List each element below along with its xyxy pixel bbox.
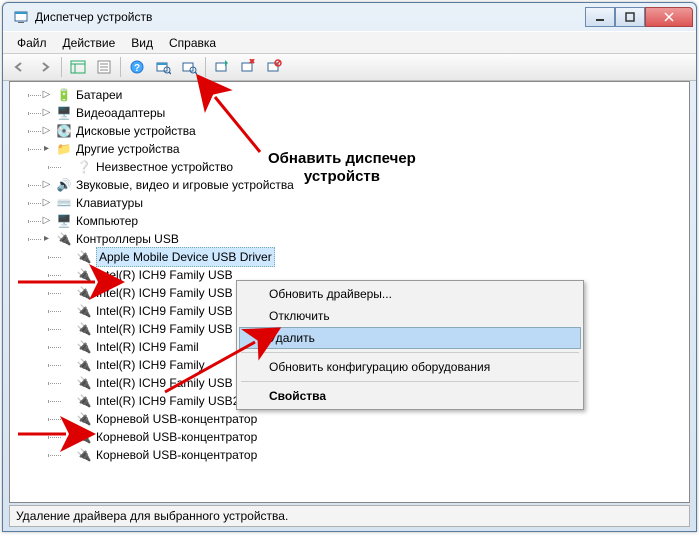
ctx-update-drivers[interactable]: Обновить драйверы...	[239, 283, 581, 305]
tree-node[interactable]: 🔌Корневой USB-концентратор	[48, 410, 689, 428]
tree-node[interactable]: 🔌Корневой USB-концентратор	[48, 446, 689, 464]
computer-icon: 🖥️	[56, 213, 72, 229]
node-label: Intel(R) ICH9 Family USB	[96, 266, 233, 284]
collapse-icon[interactable]: ▸	[41, 234, 52, 245]
usb-device-icon: 🔌	[76, 429, 92, 445]
menu-help[interactable]: Справка	[161, 34, 224, 52]
node-label: Intel(R) ICH9 Family USB	[96, 320, 233, 338]
node-label: Другие устройства	[76, 140, 180, 158]
menu-action[interactable]: Действие	[55, 34, 124, 52]
context-menu: Обновить драйверы... Отключить Удалить О…	[236, 280, 584, 410]
device-manager-window: Диспетчер устройств Файл Действие Вид Сп…	[2, 2, 697, 532]
node-label: Корневой USB-концентратор	[96, 410, 257, 428]
keyboard-icon: ⌨️	[56, 195, 72, 211]
usb-device-icon: 🔌	[76, 249, 92, 265]
tree-node[interactable]: ▷ 🔋Батареи	[28, 86, 689, 104]
collapse-icon[interactable]: ▸	[41, 144, 52, 155]
back-button[interactable]	[7, 55, 31, 79]
scan-hardware-button[interactable]	[151, 55, 175, 79]
tree-node[interactable]: ▸ 🔌Контроллеры USB	[28, 230, 689, 248]
disk-icon: 💽	[56, 123, 72, 139]
node-label: Клавиатуры	[76, 194, 143, 212]
close-button[interactable]	[645, 7, 693, 27]
help-button[interactable]: ?	[125, 55, 149, 79]
uninstall-button[interactable]	[236, 55, 260, 79]
ctx-disable[interactable]: Отключить	[239, 305, 581, 327]
node-label: Intel(R) ICH9 Family USB	[96, 302, 233, 320]
tree-node[interactable]: ▷ 🖥️Компьютер	[28, 212, 689, 230]
status-text: Удаление драйвера для выбранного устройс…	[16, 509, 288, 523]
usb-device-icon: 🔌	[76, 285, 92, 301]
minimize-button[interactable]	[585, 7, 615, 27]
tree-node-selected[interactable]: 🔌Apple Mobile Device USB Driver	[48, 248, 689, 266]
ctx-delete[interactable]: Удалить	[239, 327, 581, 349]
node-label: Intel(R) ICH9 Family	[96, 356, 205, 374]
battery-icon: 🔋	[56, 87, 72, 103]
usb-device-icon: 🔌	[76, 393, 92, 409]
node-label: Дисковые устройства	[76, 122, 196, 140]
node-label: Корневой USB-концентратор	[96, 428, 257, 446]
node-label: Батареи	[76, 86, 122, 104]
ctx-separator	[241, 352, 579, 353]
disable-button[interactable]	[262, 55, 286, 79]
usb-icon: 🔌	[56, 231, 72, 247]
node-label: Intel(R) ICH9 Family USB	[96, 284, 233, 302]
usb-device-icon: 🔌	[76, 321, 92, 337]
usb-device-icon: 🔌	[76, 267, 92, 283]
scan-hardware-changes-button[interactable]	[177, 55, 201, 79]
menubar: Файл Действие Вид Справка	[3, 31, 696, 53]
tree-node[interactable]: 🔌Корневой USB-концентратор	[48, 428, 689, 446]
node-label: Корневой USB-концентратор	[96, 446, 257, 464]
maximize-button[interactable]	[615, 7, 645, 27]
titlebar[interactable]: Диспетчер устройств	[3, 3, 696, 31]
window-title: Диспетчер устройств	[35, 10, 585, 24]
toolbar: ?	[3, 53, 696, 81]
update-driver-button[interactable]	[210, 55, 234, 79]
other-icon: 📁	[56, 141, 72, 157]
svg-text:?: ?	[134, 63, 140, 74]
ctx-scan-hardware[interactable]: Обновить конфигурацию оборудования	[239, 356, 581, 378]
expand-icon[interactable]: ▷	[41, 90, 52, 101]
node-label: Intel(R) ICH9 Famil	[96, 338, 199, 356]
expand-icon[interactable]: ▷	[41, 108, 52, 119]
forward-button[interactable]	[33, 55, 57, 79]
tree-node[interactable]: ▷ ⌨️Клавиатуры	[28, 194, 689, 212]
show-hide-console-button[interactable]	[66, 55, 90, 79]
annotation-label: Обнавить диспечер устройств	[268, 150, 416, 186]
node-label: Intel(R) ICH9 Family USB	[96, 374, 233, 392]
ctx-separator	[241, 381, 579, 382]
node-label: Видеоадаптеры	[76, 104, 165, 122]
properties-button[interactable]	[92, 55, 116, 79]
node-label: Контроллеры USB	[76, 230, 179, 248]
menu-file[interactable]: Файл	[9, 34, 55, 52]
expand-icon[interactable]: ▷	[41, 216, 52, 227]
tree-node[interactable]: ▷ 🖥️Видеоадаптеры	[28, 104, 689, 122]
expand-icon[interactable]: ▷	[41, 126, 52, 137]
node-label: Звуковые, видео и игровые устройства	[76, 176, 294, 194]
usb-device-icon: 🔌	[76, 375, 92, 391]
display-icon: 🖥️	[56, 105, 72, 121]
usb-device-icon: 🔌	[76, 339, 92, 355]
expand-icon[interactable]: ▷	[41, 180, 52, 191]
status-bar: Удаление драйвера для выбранного устройс…	[9, 505, 690, 527]
usb-device-icon: 🔌	[76, 303, 92, 319]
usb-device-icon: 🔌	[76, 357, 92, 373]
usb-device-icon: 🔌	[76, 411, 92, 427]
node-label: Неизвестное устройство	[96, 158, 233, 176]
menu-view[interactable]: Вид	[123, 34, 161, 52]
node-label: Apple Mobile Device USB Driver	[96, 247, 275, 267]
usb-device-icon: 🔌	[76, 447, 92, 463]
ctx-properties[interactable]: Свойства	[239, 385, 581, 407]
expand-icon[interactable]: ▷	[41, 198, 52, 209]
tree-node[interactable]: ▷ 💽Дисковые устройства	[28, 122, 689, 140]
app-icon	[13, 9, 29, 25]
sound-icon: 🔊	[56, 177, 72, 193]
unknown-icon: ❔	[76, 159, 92, 175]
node-label: Компьютер	[76, 212, 138, 230]
